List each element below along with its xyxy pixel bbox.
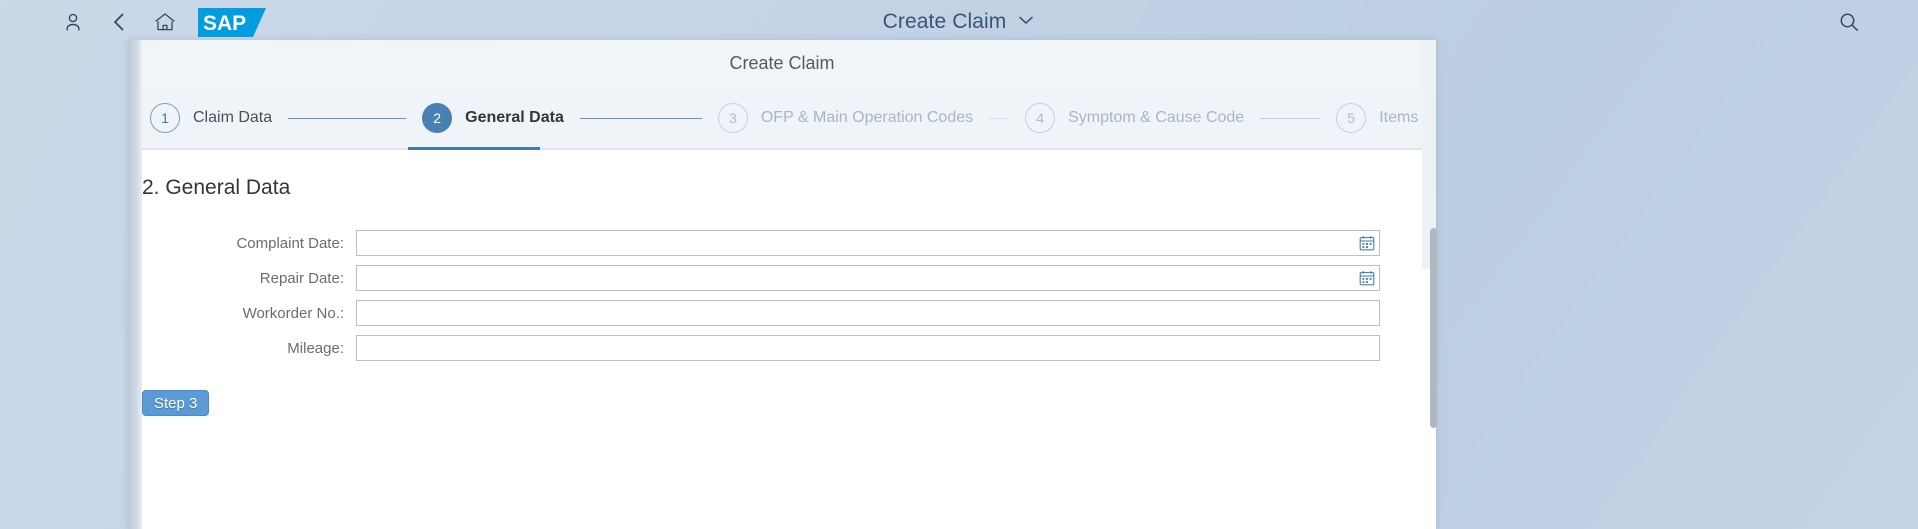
field-wrapper-complaint-date xyxy=(356,230,1380,256)
wizard-step-3[interactable]: 3 OFP & Main Operation Codes xyxy=(717,87,974,149)
wizard-connector-4 xyxy=(1260,117,1321,119)
form-row-complaint-date: Complaint Date: xyxy=(128,230,1436,256)
form-row-mileage: Mileage: xyxy=(128,335,1436,361)
back-chevron-icon[interactable] xyxy=(96,2,142,42)
label-complaint-date: Complaint Date: xyxy=(236,234,344,252)
wizard-step-label-5: Items xyxy=(1379,109,1419,126)
workorder-no-input[interactable] xyxy=(356,300,1380,326)
field-wrapper-repair-date xyxy=(356,265,1380,291)
page-scrollbar-thumb[interactable] xyxy=(1430,228,1437,428)
wizard-step-circle-2[interactable]: 2 xyxy=(422,103,453,133)
wizard-step-circle-1[interactable]: 1 xyxy=(150,103,180,133)
wizard-step-label-4: Symptom & Cause Code xyxy=(1068,109,1245,126)
search-icon[interactable] xyxy=(1826,2,1872,42)
wizard-connector-1 xyxy=(288,117,407,119)
form-content: 2. General Data Complaint Date: Repair Da… xyxy=(128,150,1436,529)
home-icon[interactable] xyxy=(142,2,188,42)
wizard-step-circle-4[interactable]: 4 xyxy=(1025,103,1056,133)
wizard-step-label-2: General Data xyxy=(465,109,564,126)
form-field-list: Complaint Date: Repair Date: Workorder No.… xyxy=(128,230,1436,361)
shell-bar-right-group xyxy=(1826,0,1872,44)
wizard-progress-navigator: 1 Claim Data 2 General Data 3 OFP & Main Oper… xyxy=(128,88,1436,150)
wizard-step-label-1: Claim Data xyxy=(193,109,273,126)
shell-title-container: Create Claim xyxy=(0,0,1918,44)
calendar-icon[interactable] xyxy=(1358,234,1376,252)
shell-bar: SAP Create Claim xyxy=(0,0,1918,44)
wizard-step-1[interactable]: 1 Claim Data xyxy=(150,87,272,149)
svg-text:SAP: SAP xyxy=(203,12,246,35)
calendar-icon[interactable] xyxy=(1358,269,1376,287)
label-mileage: Mileage: xyxy=(287,339,344,357)
complaint-date-input[interactable] xyxy=(356,230,1380,256)
shell-title-text: Create Claim xyxy=(882,10,1007,33)
section-title: 2. General Data xyxy=(142,176,291,199)
shell-title-button[interactable]: Create Claim xyxy=(883,10,1036,34)
label-workorder-no: Workorder No.: xyxy=(242,304,344,322)
wizard-step-2[interactable]: 2 General Data xyxy=(422,87,564,149)
wizard-step-circle-3[interactable]: 3 xyxy=(717,103,748,133)
wizard-step-circle-5[interactable]: 5 xyxy=(1336,103,1367,133)
page-title: Create Claim xyxy=(729,53,835,73)
wizard-step-5[interactable]: 5 Items xyxy=(1336,87,1418,149)
user-icon[interactable] xyxy=(50,2,96,42)
form-row-repair-date: Repair Date: xyxy=(128,265,1436,291)
sap-logo[interactable]: SAP xyxy=(198,7,266,37)
mileage-input[interactable] xyxy=(356,335,1380,361)
form-row-workorder-no: Workorder No.: xyxy=(128,300,1436,326)
field-wrapper-workorder-no xyxy=(356,300,1380,326)
wizard-step-4[interactable]: 4 Symptom & Cause Code xyxy=(1025,87,1244,149)
wizard-connector-3 xyxy=(989,117,1010,119)
shell-bar-left-group: SAP xyxy=(0,2,266,42)
field-wrapper-mileage xyxy=(356,335,1380,361)
chevron-down-icon[interactable] xyxy=(1017,13,1035,31)
next-step-button[interactable]: Step 3 xyxy=(142,390,210,416)
label-repair-date: Repair Date: xyxy=(259,269,344,287)
app-page: Create Claim 1 Claim Data 2 General Data 3 OF… xyxy=(128,40,1436,529)
wizard-step-label-3: OFP & Main Operation Codes xyxy=(760,109,974,126)
wizard-connector-2 xyxy=(579,117,702,119)
repair-date-input[interactable] xyxy=(356,265,1380,291)
page-header: Create Claim xyxy=(128,40,1436,88)
